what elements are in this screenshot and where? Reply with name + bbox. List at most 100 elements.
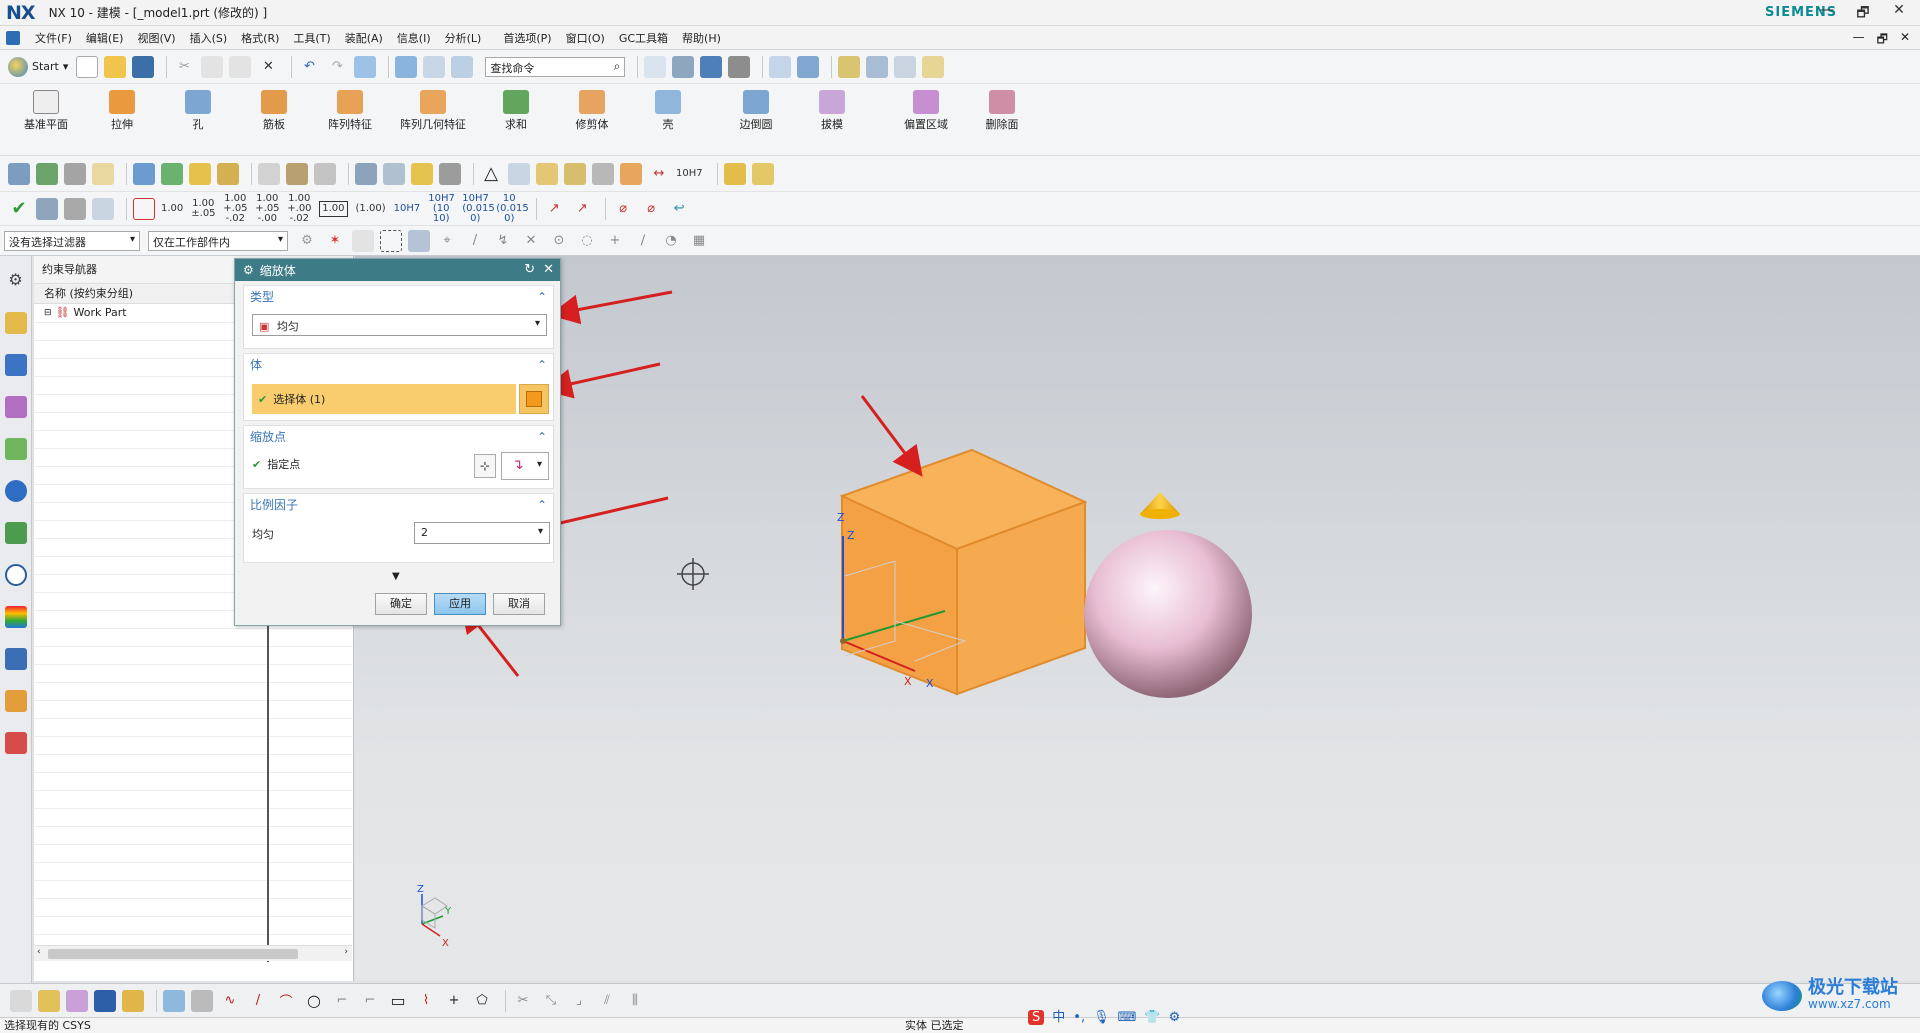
snap-center-icon[interactable]: ⊙ — [548, 230, 570, 252]
profile-icon[interactable]: ∿ — [219, 990, 241, 1012]
scale-factor-section-header[interactable]: 比例因子 ⌃ — [244, 494, 553, 516]
collapse-caret-icon[interactable]: ⌃ — [537, 354, 547, 376]
system-scene-icon[interactable] — [4, 732, 27, 754]
doc-minimize-button[interactable]: — — [1853, 30, 1865, 51]
collapse-caret-icon[interactable]: ⌃ — [537, 426, 547, 448]
assembly-navigator-icon[interactable] — [8, 162, 30, 185]
snap-quadrant-icon[interactable]: ◌ — [576, 230, 598, 252]
check-model-icon[interactable] — [36, 197, 58, 220]
roles-icon[interactable] — [4, 690, 27, 712]
edit-section-icon[interactable] — [797, 55, 820, 78]
fasteners-icon[interactable] — [751, 162, 774, 185]
value-plain[interactable]: 1.00 — [161, 203, 183, 214]
dimension-icon[interactable] — [314, 162, 336, 185]
uniform-factor-input[interactable]: 2 — [414, 522, 550, 544]
drawing-icon[interactable] — [592, 162, 614, 185]
point-icon[interactable]: + — [443, 990, 465, 1012]
pattern-feature-button[interactable]: 阵列特征 — [312, 84, 388, 132]
unite-button[interactable]: 求和 — [478, 84, 554, 132]
constraint-navigator-icon[interactable] — [4, 354, 27, 376]
polyline-icon[interactable]: ⌇ — [415, 990, 437, 1012]
minimize-button[interactable]: — — [1816, 2, 1838, 26]
snap-icon[interactable]: ✶ — [324, 230, 346, 252]
process-studio-icon[interactable] — [4, 648, 27, 670]
dialog-settings-icon[interactable]: ⚙ — [243, 263, 254, 277]
assembly-navigator-tab-icon[interactable] — [4, 396, 27, 418]
value-fit[interactable]: 10H7 — [394, 203, 421, 214]
hole-fit-label[interactable]: 10H7 — [676, 168, 703, 179]
gear-part-icon[interactable] — [439, 162, 461, 185]
offset-region-button[interactable]: 偏置区域 — [888, 84, 964, 132]
value-limit[interactable]: 10 (0.015 0) — [496, 193, 529, 224]
ime-keyboard-icon[interactable]: ⌨ — [1118, 1010, 1137, 1025]
copy-icon[interactable] — [201, 55, 224, 78]
curve-icon[interactable] — [286, 162, 308, 185]
move-component-icon[interactable] — [189, 162, 211, 185]
snap-curve-icon[interactable]: ∕ — [632, 230, 654, 252]
start-button[interactable]: Start ▾ — [8, 56, 68, 77]
show-hide-icon[interactable] — [838, 55, 861, 78]
cylinder-icon[interactable] — [355, 162, 377, 185]
offset-curve-icon[interactable]: ⫽ — [596, 990, 618, 1012]
annotation2-icon[interactable]: ↗ — [571, 198, 593, 220]
specify-point-row[interactable]: ✔ 指定点 — [252, 456, 300, 472]
layer-settings-icon[interactable] — [866, 55, 889, 78]
pmi-icon[interactable] — [620, 162, 642, 185]
clone-icon[interactable] — [92, 162, 114, 185]
sketch-curve-icon[interactable] — [66, 989, 88, 1012]
cut-icon[interactable]: ✂ — [173, 56, 195, 78]
fit-view-icon[interactable] — [644, 55, 667, 78]
menu-help[interactable]: 帮助(H) — [675, 30, 728, 46]
doc-close-button[interactable]: ✕ — [1900, 30, 1910, 51]
sketch-constraint-icon[interactable] — [94, 989, 116, 1012]
menu-view[interactable]: 视图(V) — [130, 30, 182, 46]
value-fit-tol[interactable]: 10H7 (0.015 0) — [462, 193, 495, 224]
collapse-icon[interactable]: ⊟ — [44, 304, 52, 322]
dialog-close-icon[interactable]: ✕ — [543, 262, 554, 277]
history-icon[interactable] — [4, 564, 27, 586]
cancel-button[interactable]: 取消 — [493, 593, 545, 615]
snap-endpoint-icon[interactable]: / — [464, 230, 486, 252]
doc-restore-button[interactable]: 🗗 — [1877, 30, 1888, 51]
value-reference[interactable]: (1.00) — [356, 203, 386, 214]
web-browser-icon[interactable] — [4, 522, 27, 544]
select-all-icon[interactable] — [352, 229, 374, 252]
navigator-hscrollbar[interactable]: ‹ › — [34, 945, 352, 961]
add-section-icon[interactable] — [536, 162, 558, 185]
edit-dimension-icon[interactable] — [133, 197, 155, 220]
select-body-button[interactable] — [519, 384, 549, 414]
settings-icon[interactable]: ⚙ — [296, 230, 318, 252]
edge-blend-button[interactable]: 边倒圆 — [718, 84, 794, 132]
value-upper[interactable]: 1.00 +.05 -.00 — [255, 193, 279, 224]
spring-icon[interactable] — [383, 162, 405, 185]
triangle-icon[interactable]: △ — [480, 163, 502, 185]
hole-button[interactable]: 孔 — [160, 84, 236, 132]
ime-voice-icon[interactable]: 🎙 — [1093, 1010, 1110, 1025]
repeat-command-icon[interactable] — [354, 55, 377, 78]
close-button[interactable]: ✕ — [1888, 2, 1910, 26]
select-body-row[interactable]: ✔ 选择体 (1) — [252, 384, 516, 414]
menu-info[interactable]: 信息(I) — [390, 30, 438, 46]
draft-button[interactable]: 拔模 — [794, 84, 870, 132]
command-search-input[interactable]: 查找命令 ⌕ — [485, 56, 626, 77]
snap-existing-icon[interactable]: + — [604, 230, 626, 252]
value-basic[interactable]: 1.00 — [319, 200, 348, 217]
wcs-icon[interactable] — [894, 55, 917, 78]
menu-format[interactable]: 格式(R) — [234, 30, 286, 46]
redo-icon[interactable]: ↷ — [326, 56, 348, 78]
sketch-plane-icon[interactable] — [10, 989, 32, 1012]
make-corner-icon[interactable]: ⌟ — [568, 990, 590, 1012]
scroll-left-icon[interactable]: ‹ — [37, 947, 41, 957]
value-tolerance[interactable]: 1.00 ±.05 — [191, 198, 215, 219]
circle-icon[interactable]: ○ — [303, 990, 325, 1012]
menu-tools[interactable]: 工具(T) — [286, 30, 337, 46]
menu-assembly[interactable]: 装配(A) — [338, 30, 390, 46]
component-icon[interactable] — [133, 162, 155, 185]
point-type-select[interactable]: ↴ — [501, 452, 549, 480]
menu-gc-toolbox[interactable]: GC工具箱 — [612, 30, 675, 46]
scale-point-section-header[interactable]: 缩放点 ⌃ — [244, 426, 553, 448]
delete-face-button[interactable]: 删除面 — [964, 84, 1040, 132]
snap-intersection-icon[interactable]: ✕ — [520, 230, 542, 252]
polygon-icon[interactable]: ⬠ — [471, 990, 493, 1012]
trim-body-button[interactable]: 修剪体 — [554, 84, 630, 132]
